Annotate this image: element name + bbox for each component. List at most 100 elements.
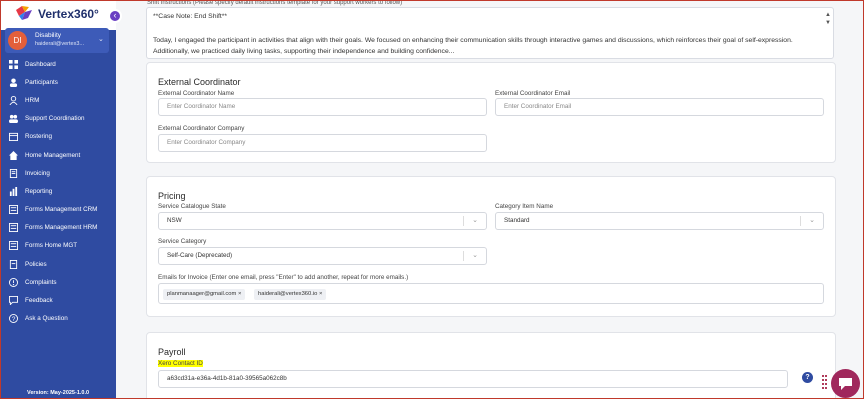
drag-handle-icon[interactable] bbox=[822, 374, 828, 394]
sidebar-item-feedback[interactable]: Feedback bbox=[0, 291, 116, 309]
feedback-icon bbox=[9, 296, 18, 306]
sidebar-item-label: Home Management bbox=[25, 151, 81, 159]
sidebar-item-label: Forms Management HRM bbox=[25, 224, 98, 232]
shift-instructions-label: Shift Instructions (Please specify defau… bbox=[147, 0, 403, 6]
invoicing-icon bbox=[9, 168, 18, 178]
category-item-name-label: Category Item Name bbox=[495, 203, 554, 210]
reporting-icon bbox=[9, 186, 18, 196]
coordinator-email-label: External Coordinator Email bbox=[495, 90, 571, 97]
sidebar-item-invoicing[interactable]: Invoicing bbox=[0, 164, 116, 182]
sidebar-item-label: Support Coordination bbox=[25, 115, 85, 123]
brand-header: Vertex360° bbox=[0, 0, 116, 30]
complaints-icon bbox=[9, 277, 18, 287]
sidebar-item-forms-home[interactable]: Forms Home MGT bbox=[0, 237, 116, 255]
service-catalogue-state-label: Service Catalogue State bbox=[158, 203, 226, 210]
service-category-label: Service Category bbox=[158, 238, 207, 245]
sidebar-item-label: Participants bbox=[25, 78, 58, 86]
category-item-name-select[interactable]: Standard ⌄ bbox=[495, 212, 824, 230]
user-role: Disability bbox=[35, 32, 62, 39]
select-separator bbox=[463, 216, 464, 226]
question-icon: ? bbox=[9, 314, 18, 324]
brand-name: Vertex360° bbox=[38, 7, 99, 21]
select-separator bbox=[463, 251, 464, 261]
sidebar-item-ask-question[interactable]: ? Ask a Question bbox=[0, 310, 116, 328]
sidebar-item-rostering[interactable]: Rostering bbox=[0, 128, 116, 146]
chevron-down-icon: ⌄ bbox=[809, 217, 815, 224]
sidebar-item-complaints[interactable]: Complaints bbox=[0, 273, 116, 291]
vertex-logo-icon bbox=[16, 6, 32, 20]
payroll-card: Payroll Xero Contact ID a63cd31a-e36a-4d… bbox=[146, 332, 836, 399]
sidebar-item-label: Forms Management CRM bbox=[25, 206, 98, 214]
help-icon[interactable]: ? bbox=[802, 372, 813, 383]
service-category-value: Self-Care (Deprecated) bbox=[167, 252, 233, 259]
sidebar-item-label: Invoicing bbox=[25, 169, 50, 177]
payroll-title: Payroll bbox=[158, 347, 186, 357]
sidebar-item-label: Forms Home MGT bbox=[25, 242, 78, 250]
sidebar-item-label: Rostering bbox=[25, 133, 52, 141]
chevron-down-icon: ⌄ bbox=[472, 217, 478, 224]
invoice-emails-input[interactable]: planmanaager@gmail.com × haiderali@verte… bbox=[158, 283, 824, 304]
email-chip[interactable]: haiderali@vertex360.io × bbox=[254, 289, 327, 300]
forms-crm-icon bbox=[9, 205, 18, 215]
version-label: Version: May-2025-1.0.0 bbox=[27, 390, 90, 396]
chat-bubble-icon bbox=[839, 378, 852, 390]
category-item-value: Standard bbox=[504, 217, 530, 224]
sidebar-item-label: Ask a Question bbox=[25, 315, 68, 323]
home-icon bbox=[9, 150, 18, 160]
sidebar-item-dashboard[interactable]: Dashboard bbox=[0, 55, 116, 73]
sidebar-item-label: Policies bbox=[25, 260, 47, 268]
state-value: NSW bbox=[167, 217, 182, 224]
email-chip[interactable]: planmanaager@gmail.com × bbox=[163, 289, 246, 300]
sidebar-item-reporting[interactable]: Reporting bbox=[0, 182, 116, 200]
sidebar-item-label: Complaints bbox=[25, 278, 57, 286]
service-category-select[interactable]: Self-Care (Deprecated) ⌄ bbox=[158, 247, 487, 265]
chevron-updown-icon: ⌄ bbox=[98, 36, 104, 43]
sidebar-item-support-coordination[interactable]: Support Coordination bbox=[0, 110, 116, 128]
invoice-emails-label: Emails for Invoice (Enter one email, pre… bbox=[158, 274, 409, 281]
coordinator-company-input[interactable]: Enter Coordinator Company bbox=[158, 134, 487, 152]
avatar: DI bbox=[8, 31, 27, 50]
shift-instructions-textarea[interactable]: **Case Note: End Shift** Today, I engage… bbox=[146, 7, 834, 59]
sidebar-item-label: HRM bbox=[25, 96, 40, 104]
sidebar: Vertex360° ‹ DI Disability haiderali@ver… bbox=[0, 0, 122, 399]
case-note-body: Today, I engaged the participant in acti… bbox=[153, 37, 793, 55]
support-coordination-icon bbox=[9, 115, 18, 124]
sidebar-item-hrm[interactable]: HRM bbox=[0, 91, 116, 109]
external-coordinator-card: External Coordinator External Coordinato… bbox=[146, 62, 836, 163]
pricing-card: Pricing Service Catalogue State NSW ⌄ Ca… bbox=[146, 176, 836, 317]
policies-icon bbox=[9, 259, 18, 269]
sidebar-item-label: Reporting bbox=[25, 187, 53, 195]
sidebar-item-label: Dashboard bbox=[25, 60, 56, 68]
sidebar-item-participants[interactable]: Participants bbox=[0, 73, 116, 91]
rostering-icon bbox=[9, 133, 18, 142]
chat-launcher-button[interactable] bbox=[831, 369, 860, 398]
forms-home-icon bbox=[9, 241, 18, 251]
chevron-down-icon: ⌄ bbox=[472, 252, 478, 259]
hrm-icon bbox=[9, 95, 18, 105]
svg-text:?: ? bbox=[12, 316, 16, 323]
external-coordinator-title: External Coordinator bbox=[158, 77, 241, 87]
select-separator bbox=[800, 216, 801, 226]
user-email: haiderali@vertex3... bbox=[35, 41, 84, 47]
sidebar-item-label: Feedback bbox=[25, 297, 53, 305]
forms-hrm-icon bbox=[9, 223, 18, 233]
sidebar-item-forms-crm[interactable]: Forms Management CRM bbox=[0, 201, 116, 219]
participants-icon bbox=[9, 78, 18, 87]
coordinator-company-label: External Coordinator Company bbox=[158, 125, 245, 132]
xero-contact-id-label: Xero Contact ID bbox=[158, 360, 203, 367]
xero-contact-id-input[interactable]: a63cd31a-e36a-4d1b-81a0-39565a062c8b bbox=[158, 370, 788, 388]
sidebar-item-policies[interactable]: Policies bbox=[0, 255, 116, 273]
case-note-title: **Case Note: End Shift** bbox=[153, 13, 228, 20]
coordinator-email-input[interactable]: Enter Coordinator Email bbox=[495, 98, 824, 116]
pricing-title: Pricing bbox=[158, 191, 186, 201]
textarea-scroll-arrows[interactable]: ▲ ▼ bbox=[825, 11, 831, 27]
service-catalogue-state-select[interactable]: NSW ⌄ bbox=[158, 212, 487, 230]
dashboard-icon bbox=[9, 59, 18, 69]
coordinator-name-input[interactable]: Enter Coordinator Name bbox=[158, 98, 487, 116]
sidebar-item-home-management[interactable]: Home Management bbox=[0, 146, 116, 164]
sidebar-item-forms-hrm[interactable]: Forms Management HRM bbox=[0, 219, 116, 237]
sidebar-nav: Dashboard Participants HRM Support Coord… bbox=[0, 55, 116, 328]
collapse-sidebar-button[interactable]: ‹ bbox=[108, 9, 122, 23]
user-switcher[interactable]: DI Disability haiderali@vertex3... ⌄ bbox=[5, 28, 109, 53]
coordinator-name-label: External Coordinator Name bbox=[158, 90, 235, 97]
